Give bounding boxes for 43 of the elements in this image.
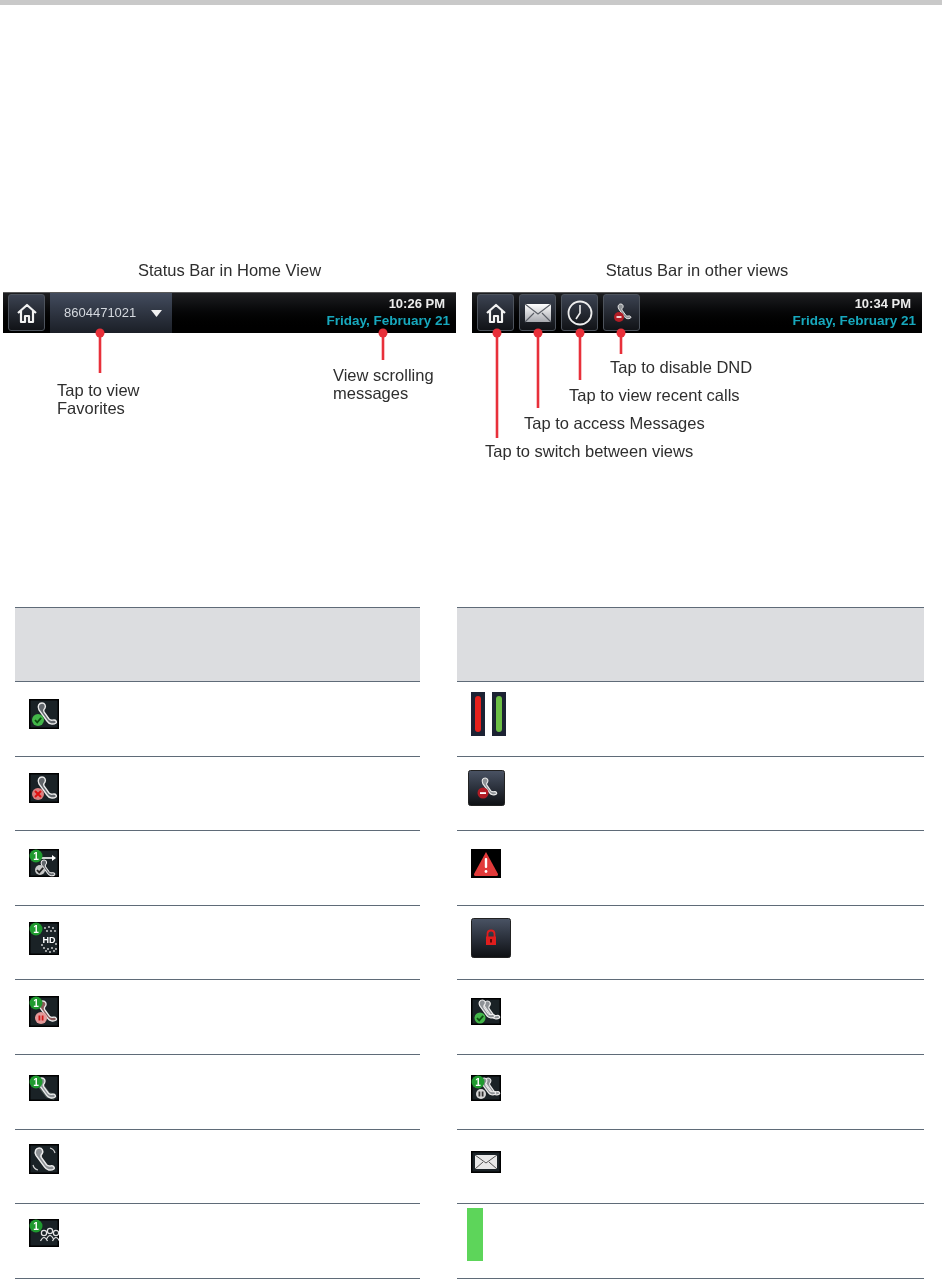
callout-leader	[378, 328, 388, 360]
handsets-check-icon	[471, 998, 501, 1026]
envelope-icon	[471, 1150, 501, 1173]
recent-calls-button[interactable]	[561, 294, 598, 331]
figure-caption: Status Bar in Home View	[137, 260, 322, 280]
home-button[interactable]	[477, 294, 514, 331]
messages-button[interactable]	[519, 294, 556, 331]
count-badge: 1	[29, 922, 43, 936]
clock-time: 10:26 PM	[388, 295, 445, 312]
hd-label: HD	[42, 934, 56, 945]
clock-time: 10:34 PM	[854, 295, 911, 312]
count-badge: 1	[471, 1075, 485, 1089]
envelope-icon	[523, 302, 552, 323]
warning-icon	[471, 849, 501, 879]
handset-minus-icon	[611, 301, 632, 324]
count-badge: 1	[29, 996, 43, 1010]
caret-icon	[151, 309, 162, 317]
callout-text: Tap to disable DND	[610, 358, 753, 376]
handset-icon	[29, 1143, 59, 1174]
date-text: Friday, February 21	[326, 312, 450, 330]
line-selector[interactable]: 8604471021	[50, 293, 172, 333]
clock-icon	[566, 299, 593, 326]
home-button[interactable]	[8, 294, 45, 331]
callout-leader	[616, 328, 626, 354]
handset-check-icon	[29, 699, 59, 729]
callout-text: Tap to switch between views	[485, 442, 694, 460]
audio-dots-icon	[29, 921, 59, 955]
count-badge: 1	[29, 1219, 43, 1233]
figure-caption: Status Bar in other views	[605, 260, 789, 280]
callout-text: Tap to view recent calls	[569, 386, 740, 404]
padlock-icon	[471, 917, 511, 958]
count-badge: 1	[29, 1075, 43, 1089]
dnd-button[interactable]	[603, 294, 640, 331]
callout-leader	[575, 328, 585, 380]
callout-text: Tap to access Messages	[524, 414, 705, 432]
handset-cross-icon	[29, 772, 59, 803]
count-badge: 1	[29, 849, 43, 863]
callout-text: View scrolling messages	[333, 366, 435, 402]
handset-pause-icon	[29, 996, 59, 1028]
handset-minus-icon	[468, 769, 505, 806]
callout-leader	[95, 328, 105, 373]
date-text: Friday, February 21	[792, 312, 916, 330]
callout-text: Tap to view Favorites	[57, 381, 141, 417]
